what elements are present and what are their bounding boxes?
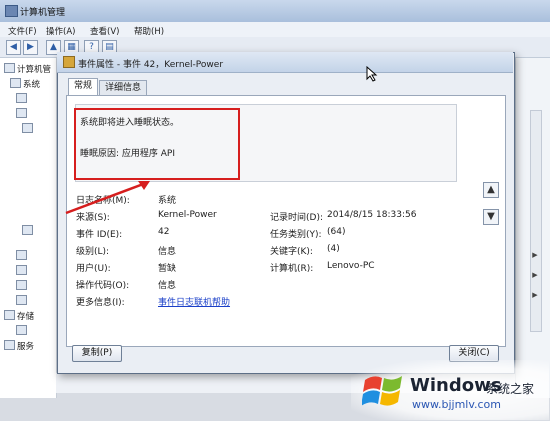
user-label: 用户(U): — [76, 264, 111, 274]
event-log-online-help-link[interactable]: 事件日志联机帮助 — [158, 295, 230, 308]
menu-action[interactable]: 操作(A) — [46, 25, 75, 37]
tree-item-disk-management[interactable] — [16, 325, 29, 337]
mouse-cursor-icon — [366, 66, 378, 82]
event-icon — [63, 56, 75, 68]
tree-item-subscriptions[interactable] — [22, 225, 35, 237]
annotation-arrow — [65, 181, 150, 215]
logged-value: 2014/8/15 18:33:56 — [327, 210, 417, 220]
tab-general[interactable]: 常规 — [68, 78, 99, 96]
task-category-label: 任务类别(Y): — [270, 230, 322, 240]
device-icon — [16, 295, 27, 305]
clock-icon — [16, 93, 27, 103]
chevron-right-icon[interactable]: ▶ — [530, 270, 540, 280]
chevron-right-icon[interactable]: ▶ — [530, 250, 540, 260]
previous-event-icon[interactable]: ▲ — [483, 182, 499, 198]
back-arrow-icon[interactable]: ◀ — [6, 40, 21, 55]
opcode-label: 操作代码(O): — [76, 281, 130, 291]
user-value: 暂缺 — [158, 264, 177, 274]
event-id-label: 事件 ID(E): — [76, 230, 123, 240]
copy-button[interactable]: 复制(P) — [72, 345, 122, 362]
computer-value: Lenovo-PC — [327, 261, 375, 271]
more-info-label: 更多信息(I): — [76, 298, 125, 308]
tree-item-label: 服务 — [17, 342, 35, 352]
source-value: Kernel-Power — [158, 210, 217, 220]
highlight-box — [74, 108, 240, 180]
computer-management-icon — [5, 5, 18, 17]
tree-item-event-viewer[interactable] — [16, 108, 29, 120]
tree-item-computer-management[interactable]: 计算机管 — [4, 63, 51, 75]
background-window-titlebar — [0, 0, 550, 23]
level-value: 信息 — [158, 247, 177, 257]
watermark-url: www.bjjmlv.com — [412, 398, 501, 411]
tree-item-storage[interactable]: 存储 — [4, 310, 34, 322]
tools-icon — [10, 78, 21, 88]
event-viewer-icon — [16, 108, 27, 118]
tree-item-system[interactable]: 系统 — [10, 78, 40, 90]
dialog-title: 事件属性 - 事件 42，Kernel-Power — [78, 60, 224, 70]
share-icon — [16, 250, 27, 260]
forward-arrow-icon[interactable]: ▶ — [23, 40, 38, 55]
menu-bar — [0, 22, 550, 38]
tree-item-label: 存储 — [17, 312, 35, 322]
tree-item-label: 计算机管 — [17, 65, 52, 75]
level-label: 级别(L): — [76, 247, 110, 257]
menu-help[interactable]: 帮助(H) — [134, 25, 164, 37]
menu-view[interactable]: 查看(V) — [90, 25, 119, 37]
performance-icon — [16, 280, 27, 290]
tree-item-device-manager[interactable] — [16, 295, 29, 307]
storage-icon — [4, 310, 15, 320]
keywords-label: 关键字(K): — [270, 247, 313, 257]
event-id-value: 42 — [158, 227, 170, 237]
chevron-right-icon[interactable]: ▶ — [530, 290, 540, 300]
menu-file[interactable]: 文件(F) — [8, 25, 37, 37]
opcode-value: 信息 — [158, 281, 177, 291]
task-category-value: (64) — [327, 227, 346, 237]
next-event-icon[interactable]: ▼ — [483, 209, 499, 225]
windows-logo-icon — [362, 376, 402, 406]
folder-icon — [22, 123, 33, 133]
tree-item-label: 系统 — [23, 80, 41, 90]
computer-label: 计算机(R): — [270, 264, 314, 274]
tab-details[interactable]: 详细信息 — [99, 80, 148, 96]
tree-item-services[interactable]: 服务 — [4, 340, 34, 352]
services-icon — [4, 340, 15, 350]
background-window-title: 计算机管理 — [20, 8, 66, 18]
tree-item-shared-folders[interactable] — [16, 250, 29, 262]
watermark-site-name: 系统之家 — [486, 382, 535, 396]
logged-label: 记录时间(D): — [270, 213, 323, 223]
users-icon — [16, 265, 27, 275]
tree-item-custom-views[interactable] — [22, 123, 35, 135]
log-name-value: 系统 — [158, 196, 177, 206]
disk-icon — [16, 325, 27, 335]
tree-item-performance[interactable] — [16, 280, 29, 292]
folder-icon — [22, 225, 33, 235]
tree-item-users-groups[interactable] — [16, 265, 29, 277]
keywords-value: (4) — [327, 244, 340, 254]
computer-icon — [4, 63, 15, 73]
tree-item-scheduler[interactable] — [16, 93, 29, 105]
